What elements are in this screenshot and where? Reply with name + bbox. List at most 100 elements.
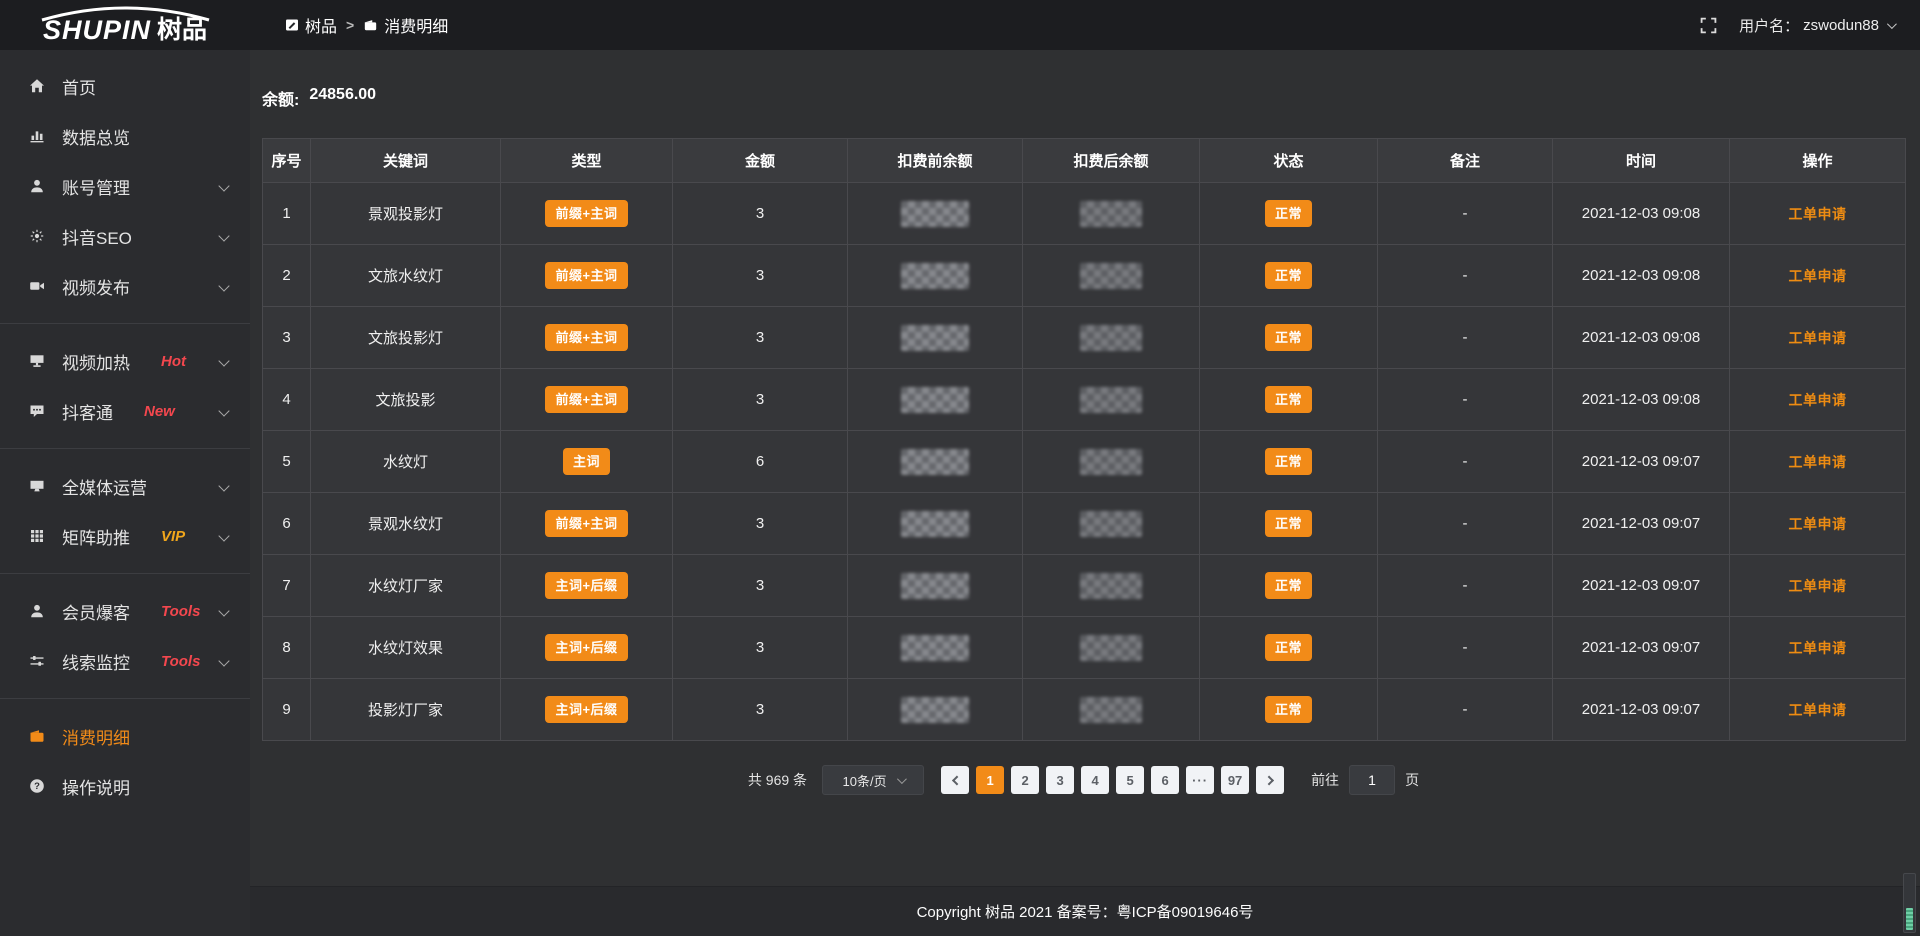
cell-note: -: [1378, 369, 1553, 431]
cell-amount: 3: [673, 555, 848, 617]
cell-action: 工单申请: [1730, 183, 1906, 245]
scrollbar-thumb[interactable]: [1906, 908, 1913, 930]
cell-keyword: 文旅投影灯: [311, 307, 501, 369]
cell-type: 前缀+主词: [501, 183, 673, 245]
work-order-link[interactable]: 工单申请: [1789, 206, 1847, 222]
status-badge: 正常: [1265, 634, 1312, 661]
page-button-97[interactable]: 97: [1221, 766, 1249, 794]
chevron-left-icon: [952, 775, 962, 785]
scrollbar[interactable]: [1903, 873, 1916, 933]
masked-balance: [901, 635, 969, 661]
sidebar-item-member-burst[interactable]: 会员爆客 Tools: [0, 586, 250, 636]
work-order-link[interactable]: 工单申请: [1789, 578, 1847, 594]
wallet-icon: [29, 728, 45, 744]
breadcrumb-current[interactable]: 消费明细: [363, 13, 448, 37]
sidebar-item-matrix-boost[interactable]: 矩阵助推 VIP: [0, 511, 250, 561]
new-badge: New: [144, 403, 175, 420]
prev-page-button[interactable]: [941, 766, 969, 794]
cell-type: 主词+后缀: [501, 679, 673, 741]
cell-type: 前缀+主词: [501, 493, 673, 555]
chevron-down-icon: [218, 230, 229, 241]
cell-action: 工单申请: [1730, 555, 1906, 617]
work-order-link[interactable]: 工单申请: [1789, 268, 1847, 284]
chevron-down-icon: [218, 405, 229, 416]
breadcrumb-root[interactable]: 树品: [285, 13, 337, 37]
cell-keyword: 文旅水纹灯: [311, 245, 501, 307]
type-badge: 前缀+主词: [545, 324, 627, 351]
sidebar-item-douketong[interactable]: 抖客通 New: [0, 386, 250, 436]
cell-index: 8: [263, 617, 311, 679]
masked-balance: [901, 449, 969, 475]
cell-balance-after: [1023, 679, 1200, 741]
cell-keyword: 投影灯厂家: [311, 679, 501, 741]
cell-status: 正常: [1200, 617, 1378, 679]
goto-page: 前往 页: [1311, 765, 1419, 795]
cell-time: 2021-12-03 09:08: [1553, 245, 1730, 307]
work-order-link[interactable]: 工单申请: [1789, 330, 1847, 346]
screen-plug-icon: [29, 353, 45, 369]
cell-type: 前缀+主词: [501, 307, 673, 369]
header-index: 序号: [263, 139, 311, 183]
work-order-link[interactable]: 工单申请: [1789, 454, 1847, 470]
masked-balance: [1080, 263, 1142, 289]
masked-balance: [901, 697, 969, 723]
sidebar-item-instructions[interactable]: ? 操作说明: [0, 761, 250, 811]
page-button-6[interactable]: 6: [1151, 766, 1179, 794]
page-button-3[interactable]: 3: [1046, 766, 1074, 794]
sidebar-item-lead-monitor[interactable]: 线索监控 Tools: [0, 636, 250, 686]
consumption-table: 序号 关键词 类型 金额 扣费前余额 扣费后余额 状态 备注 时间 操作 1景观…: [262, 138, 1906, 741]
cell-type: 主词+后缀: [501, 617, 673, 679]
cell-time: 2021-12-03 09:07: [1553, 679, 1730, 741]
header-amount: 金额: [673, 139, 848, 183]
page-button-2[interactable]: 2: [1011, 766, 1039, 794]
page-ellipsis[interactable]: ···: [1186, 766, 1214, 794]
cell-amount: 3: [673, 493, 848, 555]
sidebar-item-data-overview[interactable]: 数据总览: [0, 111, 250, 161]
goto-page-input[interactable]: [1349, 765, 1395, 795]
page-button-5[interactable]: 5: [1116, 766, 1144, 794]
status-badge: 正常: [1265, 386, 1312, 413]
sidebar-item-douyin-seo[interactable]: 抖音SEO: [0, 211, 250, 261]
cell-time: 2021-12-03 09:07: [1553, 617, 1730, 679]
sidebar-item-video-publish[interactable]: 视频发布: [0, 261, 250, 311]
wallet-icon: [363, 18, 378, 32]
work-order-link[interactable]: 工单申请: [1789, 516, 1847, 532]
sidebar-item-home[interactable]: 首页: [0, 61, 250, 111]
sidebar-item-account[interactable]: 账号管理: [0, 161, 250, 211]
home-icon: [29, 78, 45, 94]
chevron-down-icon: [218, 180, 229, 191]
work-order-link[interactable]: 工单申请: [1789, 640, 1847, 656]
sliders-icon: [29, 653, 45, 669]
cell-index: 4: [263, 369, 311, 431]
user-dropdown[interactable]: 用户名：zswodun88: [1739, 15, 1894, 36]
page-button-4[interactable]: 4: [1081, 766, 1109, 794]
page-button-1[interactable]: 1: [976, 766, 1004, 794]
topbar: SHUPIN 树品 树品 > 消费明细 用户名：zswodun88: [0, 0, 1920, 50]
cell-note: -: [1378, 679, 1553, 741]
cell-status: 正常: [1200, 245, 1378, 307]
status-badge: 正常: [1265, 200, 1312, 227]
work-order-link[interactable]: 工单申请: [1789, 392, 1847, 408]
username-value: zswodun88: [1803, 17, 1879, 34]
vip-badge: VIP: [161, 528, 185, 545]
help-icon: ?: [29, 778, 45, 794]
table-row: 5水纹灯主词6正常-2021-12-03 09:07工单申请: [263, 431, 1906, 493]
cell-index: 2: [263, 245, 311, 307]
sidebar-item-consumption-detail[interactable]: 消费明细: [0, 711, 250, 761]
sidebar-item-label: 线索监控: [62, 649, 130, 674]
cell-amount: 3: [673, 617, 848, 679]
fullscreen-icon[interactable]: [1700, 17, 1717, 34]
work-order-link[interactable]: 工单申请: [1789, 702, 1847, 718]
header-status: 状态: [1200, 139, 1378, 183]
next-page-button[interactable]: [1256, 766, 1284, 794]
page-icon: [285, 18, 299, 32]
sidebar-item-video-heat[interactable]: 视频加热 Hot: [0, 336, 250, 386]
cell-balance-after: [1023, 307, 1200, 369]
tools-badge: Tools: [161, 653, 200, 670]
cell-keyword: 景观水纹灯: [311, 493, 501, 555]
breadcrumb-current-label: 消费明细: [384, 13, 448, 37]
sidebar-item-all-media[interactable]: 全媒体运营: [0, 461, 250, 511]
masked-balance: [1080, 635, 1142, 661]
page-size-select[interactable]: 10条/页: [822, 765, 924, 795]
cell-index: 6: [263, 493, 311, 555]
